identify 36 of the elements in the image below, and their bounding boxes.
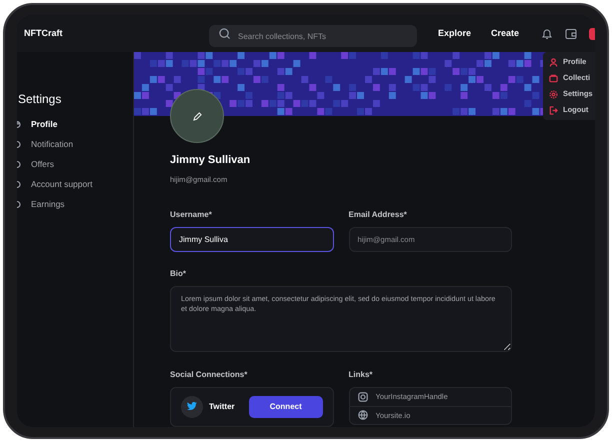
field-label: Username* [170, 208, 213, 221]
field-label: Links* [348, 368, 374, 381]
field-label: Social Connections* [170, 368, 248, 381]
logo[interactable]: NFTCraft [24, 26, 209, 40]
menu-item-icon [17, 120, 23, 129]
user-icon [549, 58, 558, 66]
bell-icon[interactable] [541, 28, 553, 40]
menu-item-icon [17, 160, 23, 169]
menu-item-icon [17, 200, 23, 209]
avatar-photo[interactable] [170, 89, 224, 143]
globe-icon [358, 410, 368, 420]
menu-item-icon [17, 180, 23, 189]
nav-link[interactable]: Explore [438, 26, 471, 40]
menu-item-icon [17, 140, 23, 149]
username-input[interactable]: Jimmy Sulliva [170, 226, 334, 252]
sidebar-item[interactable]: Earnings [17, 199, 133, 210]
sidebar-title: Settings [17, 91, 62, 108]
sidebar-item[interactable]: Profile [17, 119, 133, 130]
twitter-icon [181, 396, 203, 418]
logout-icon [549, 106, 558, 114]
social-name: Twitter [209, 400, 236, 413]
sidebar-item[interactable]: Offers [17, 159, 133, 170]
search-icon [218, 28, 230, 39]
nav-link[interactable]: Create [490, 26, 519, 40]
wallet-icon [549, 74, 558, 82]
field-label: Email Address* [348, 208, 408, 221]
sidebar-item[interactable]: Account support [17, 179, 133, 190]
search-field[interactable]: Search collections, NFTs [208, 25, 417, 47]
instagram-icon [358, 392, 368, 402]
profile-name: Jimmy Sullivan [170, 153, 252, 168]
field-label: Bio* [170, 268, 187, 280]
settings-icon [549, 90, 558, 98]
connect-button[interactable]: Connect [249, 396, 322, 418]
wallet-icon[interactable] [565, 28, 577, 40]
pencil-icon [192, 112, 202, 120]
sidebar-item[interactable]: Notification [17, 139, 133, 150]
